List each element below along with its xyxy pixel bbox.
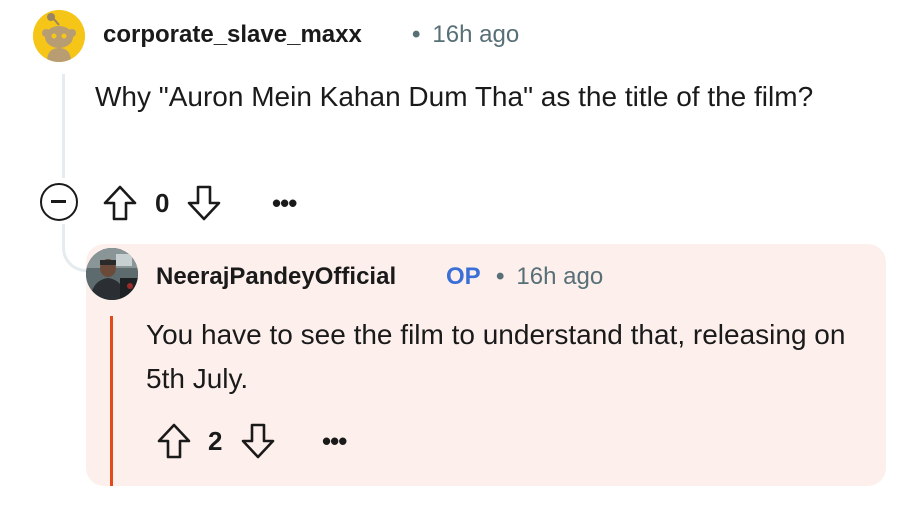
comment-timestamp[interactable]: 16h ago	[432, 21, 519, 48]
user-avatar[interactable]	[33, 10, 85, 62]
reply-body: You have to see the film to understand t…	[146, 319, 846, 394]
more-options-button[interactable]: •••	[272, 186, 297, 220]
collapse-thread-button[interactable]	[40, 183, 78, 221]
profile-photo-icon	[86, 248, 138, 300]
op-badge: OP	[446, 263, 481, 290]
vote-score: 0	[155, 188, 170, 218]
more-options-button[interactable]: •••	[322, 424, 347, 458]
thread-line[interactable]	[62, 74, 65, 178]
reply-timestamp[interactable]: 16h ago	[516, 263, 603, 290]
upvote-arrow-icon	[103, 185, 137, 221]
separator-dot: •	[412, 21, 421, 48]
op-thread-line[interactable]	[110, 316, 113, 486]
upvote-button[interactable]	[102, 184, 138, 222]
downvote-arrow-icon	[187, 185, 221, 221]
reply-meta: • 16h ago	[496, 262, 603, 292]
comment-meta: • 16h ago	[412, 20, 519, 50]
downvote-arrow-icon	[241, 423, 275, 459]
downvote-button[interactable]	[186, 184, 222, 222]
comment-author[interactable]: corporate_slave_maxx	[103, 20, 362, 50]
separator-dot: •	[496, 263, 505, 290]
vote-score: 2	[208, 426, 223, 456]
downvote-button[interactable]	[240, 422, 276, 460]
snoo-avatar-icon	[33, 10, 85, 62]
comment-body: Why "Auron Mein Kahan Dum Tha" as the ti…	[95, 81, 814, 112]
reply-author[interactable]: NeerajPandeyOfficial	[156, 262, 396, 292]
upvote-button[interactable]	[156, 422, 192, 460]
user-avatar[interactable]	[86, 248, 138, 300]
upvote-arrow-icon	[157, 423, 191, 459]
